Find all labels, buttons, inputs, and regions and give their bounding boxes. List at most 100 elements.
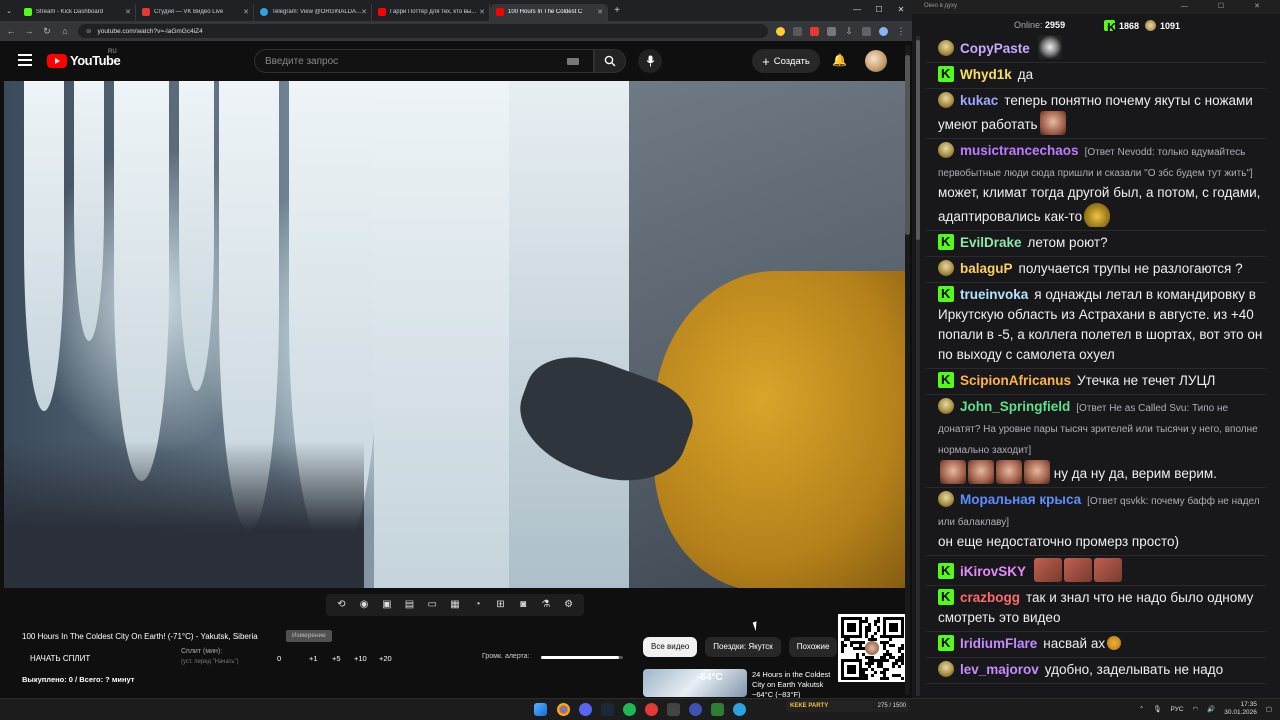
close-tab-icon[interactable]: ✕ bbox=[479, 8, 485, 16]
split-option-plus-20[interactable]: +20 bbox=[379, 654, 392, 663]
clapper-icon[interactable]: ▤ bbox=[403, 599, 417, 611]
split-option-plus-1[interactable]: +1 bbox=[309, 654, 318, 663]
chat-username[interactable]: balaguP bbox=[960, 261, 1013, 276]
chat-username[interactable]: Whyd1k bbox=[960, 67, 1012, 82]
start-split-button[interactable]: НАЧАТЬ СПЛИТ bbox=[30, 654, 90, 663]
menu-icon[interactable]: ⋮ bbox=[896, 26, 906, 37]
chrome-icon[interactable] bbox=[557, 703, 570, 716]
app-icon[interactable] bbox=[667, 703, 680, 716]
online-label: Online: bbox=[1014, 20, 1043, 30]
status-badge[interactable]: Измерение bbox=[286, 630, 332, 642]
add-icon[interactable]: ⊞ bbox=[493, 599, 507, 611]
split-option-plus-10[interactable]: +10 bbox=[354, 654, 367, 663]
chat-username[interactable]: Моральная крыса bbox=[960, 492, 1081, 507]
maximize-icon[interactable]: ☐ bbox=[868, 0, 890, 18]
guide-menu-icon[interactable] bbox=[18, 54, 32, 66]
screenshot-icon[interactable]: ▣ bbox=[380, 599, 394, 611]
voice-search-button[interactable] bbox=[638, 49, 662, 73]
avatar[interactable] bbox=[865, 50, 887, 72]
media-player-icon[interactable] bbox=[689, 703, 702, 716]
minimize-icon[interactable]: — bbox=[846, 0, 868, 18]
chevron-up-icon[interactable]: ⌃ bbox=[1139, 705, 1144, 713]
hand-emoji-icon bbox=[1107, 636, 1122, 650]
chat-username[interactable]: crazbogg bbox=[960, 590, 1020, 605]
create-button[interactable]: + Создать bbox=[752, 49, 820, 73]
chat-username[interactable]: EvilDrake bbox=[960, 235, 1022, 250]
sidebar-icon[interactable] bbox=[862, 26, 871, 36]
chip-trips-yakutsk[interactable]: Поездки: Якутск bbox=[705, 637, 781, 657]
chip-similar[interactable]: Похожие bbox=[788, 637, 838, 657]
back-icon[interactable]: ← bbox=[6, 26, 16, 36]
microphone-icon[interactable]: 🎙 bbox=[1153, 705, 1161, 713]
steam-icon[interactable] bbox=[601, 703, 614, 716]
tab-telegram[interactable]: Telegram: View @ORGINALDA... ✕ bbox=[254, 3, 372, 21]
recommendation-thumbnail[interactable] bbox=[643, 669, 747, 697]
extension-icon[interactable] bbox=[810, 26, 819, 36]
chat-username[interactable]: John_Springfield bbox=[960, 399, 1070, 414]
video-player[interactable] bbox=[4, 81, 906, 588]
chip-all-videos[interactable]: Все видео bbox=[643, 637, 698, 657]
flask-icon[interactable]: ⚗ bbox=[539, 599, 553, 611]
volume-icon[interactable]: 🔊 bbox=[1207, 705, 1215, 713]
close-tab-icon[interactable]: ✕ bbox=[243, 8, 249, 16]
site-info-icon[interactable]: ⊜ bbox=[86, 27, 91, 35]
chat-scrollbar[interactable] bbox=[916, 36, 920, 696]
url-field[interactable]: ⊜ youtube.com/watch?v=-laGmGc4iZ4 bbox=[78, 24, 768, 38]
chat-username[interactable]: musictrancechaos bbox=[960, 143, 1079, 158]
close-window-icon[interactable]: ✕ bbox=[890, 0, 912, 18]
youtube-logo[interactable]: YouTube RU bbox=[47, 49, 121, 68]
profile-icon[interactable] bbox=[879, 26, 888, 36]
search-input[interactable]: Введите запрос bbox=[254, 49, 594, 73]
tab-search-icon[interactable]: ⌄ bbox=[0, 7, 18, 15]
telegram-icon[interactable] bbox=[733, 703, 746, 716]
clock[interactable]: 17:35 30.01.2026 bbox=[1224, 701, 1257, 717]
windows-start-icon[interactable] bbox=[534, 703, 547, 716]
chat-username[interactable]: trueinvoka bbox=[960, 287, 1028, 302]
search-button[interactable] bbox=[594, 49, 626, 73]
theater-icon[interactable]: ▦ bbox=[448, 599, 462, 611]
chat-window-controls[interactable]: — ☐ ✕ bbox=[1181, 2, 1274, 10]
page-scrollbar[interactable] bbox=[905, 45, 910, 695]
chat-username[interactable]: kukac bbox=[960, 93, 998, 108]
chat-username[interactable]: ScipionAfricanus bbox=[960, 373, 1071, 388]
speed-icon[interactable]: ◔ bbox=[471, 599, 485, 611]
split-option-0[interactable]: 0 bbox=[277, 654, 281, 663]
extension-icon[interactable] bbox=[776, 26, 785, 36]
chat-username[interactable]: lev_majorov bbox=[960, 662, 1039, 677]
spotify-icon[interactable] bbox=[623, 703, 636, 716]
tab-active-video[interactable]: 100 Hours In The Coldest C ✕ bbox=[490, 3, 608, 21]
split-option-plus-5[interactable]: +5 bbox=[332, 654, 341, 663]
home-icon[interactable]: ⌂ bbox=[60, 26, 70, 36]
language-indicator[interactable]: РУС bbox=[1171, 706, 1184, 713]
picture-in-picture-icon[interactable]: ▭ bbox=[425, 599, 439, 611]
discord-icon[interactable] bbox=[579, 703, 592, 716]
chat-username[interactable]: CopyPaste bbox=[960, 41, 1030, 56]
loop-icon[interactable]: ⟲ bbox=[334, 599, 348, 611]
camera-icon[interactable]: ◙ bbox=[516, 599, 530, 611]
close-tab-icon[interactable]: ✕ bbox=[597, 8, 603, 16]
notifications-bell-icon[interactable]: 🔔 bbox=[832, 53, 847, 67]
keyboard-icon[interactable] bbox=[567, 58, 579, 65]
extension-icon[interactable] bbox=[793, 26, 802, 36]
obs-icon[interactable] bbox=[645, 703, 658, 716]
chat-username[interactable]: iKirovSKY bbox=[960, 564, 1026, 579]
tab-harry-potter[interactable]: Гарри Поттер для тех, кто вы... ✕ bbox=[372, 3, 490, 21]
puzzle-icon[interactable] bbox=[827, 26, 836, 36]
alert-volume-slider[interactable] bbox=[541, 656, 623, 659]
notifications-icon[interactable]: ▢ bbox=[1266, 705, 1272, 713]
close-tab-icon[interactable]: ✕ bbox=[361, 8, 367, 16]
new-tab-button[interactable]: + bbox=[608, 5, 626, 16]
audio-wave-icon[interactable]: ◉ bbox=[357, 599, 371, 611]
app-icon[interactable] bbox=[711, 703, 724, 716]
download-icon[interactable]: ⇩ bbox=[844, 26, 854, 37]
forward-icon[interactable]: → bbox=[24, 26, 34, 36]
close-tab-icon[interactable]: ✕ bbox=[125, 8, 131, 16]
reload-icon[interactable]: ↻ bbox=[42, 26, 52, 37]
tab-vk-studio[interactable]: Студия — VK Видео Live ✕ bbox=[136, 3, 254, 21]
tab-kick-dashboard[interactable]: Stream - Kick Dashboard ✕ bbox=[18, 3, 136, 21]
recommendation-title[interactable]: 24 Hours in the Coldest City on Earth Ya… bbox=[752, 670, 840, 700]
kick-party-widget[interactable]: KEKE PARTY 275 / 1500 bbox=[786, 700, 910, 712]
wifi-icon[interactable]: ◠ bbox=[1193, 705, 1199, 713]
chat-username[interactable]: IridiumFlare bbox=[960, 636, 1037, 651]
gear-icon[interactable]: ⚙ bbox=[562, 599, 576, 611]
